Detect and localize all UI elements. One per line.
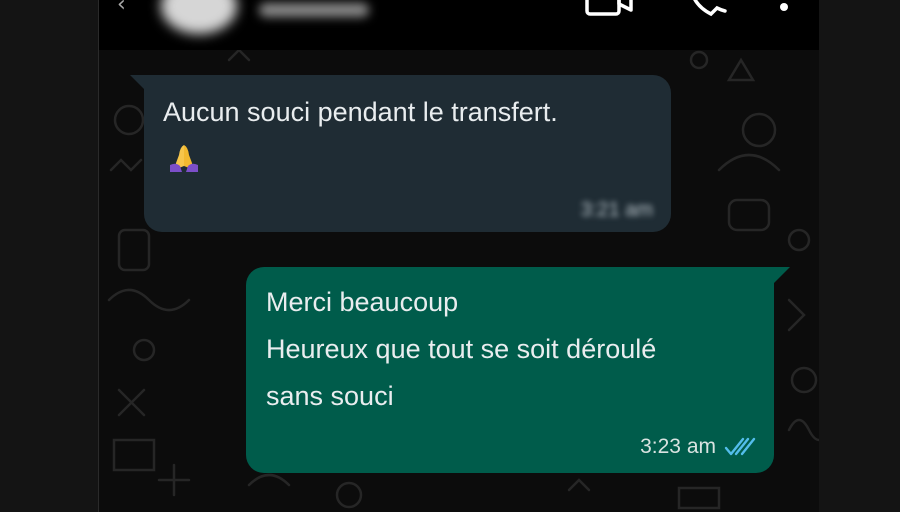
incoming-message-bubble[interactable]: Aucun souci pendant le transfert. 3:21 a… [130, 75, 671, 232]
chat-header: ‹ [99, 0, 819, 50]
message-line: Aucun souci pendant le transfert. [163, 97, 558, 127]
voice-call-icon[interactable] [687, 0, 727, 20]
contact-name[interactable] [259, 3, 369, 17]
chat-window: ‹ Aucun souci pendant le transfert. 3:21… [98, 0, 819, 512]
message-timestamp: 3:21 am [580, 199, 653, 221]
avatar[interactable] [161, 0, 237, 34]
video-call-icon[interactable] [585, 0, 635, 20]
bubble-tail [774, 267, 790, 283]
message-text: Aucun souci pendant le transfert. [163, 89, 558, 136]
outgoing-message-bubble[interactable]: Merci beaucoup Heureux que tout se soit … [246, 267, 790, 473]
message-meta: 3:23 am [640, 435, 756, 459]
message-timestamp: 3:23 am [640, 435, 716, 458]
more-options-icon[interactable] [777, 0, 791, 14]
message-text: Merci beaucoup Heureux que tout se soit … [266, 279, 656, 420]
left-margin [0, 0, 98, 512]
message-line: Heureux que tout se soit déroulé [266, 334, 657, 364]
bubble-tail [130, 75, 144, 89]
folded-hands-emoji [170, 145, 198, 172]
message-line: sans souci [266, 381, 394, 411]
back-arrow-icon[interactable]: ‹ [117, 0, 126, 17]
right-margin [818, 0, 900, 512]
message-line: Merci beaucoup [266, 287, 459, 317]
double-check-read-icon [724, 437, 756, 456]
